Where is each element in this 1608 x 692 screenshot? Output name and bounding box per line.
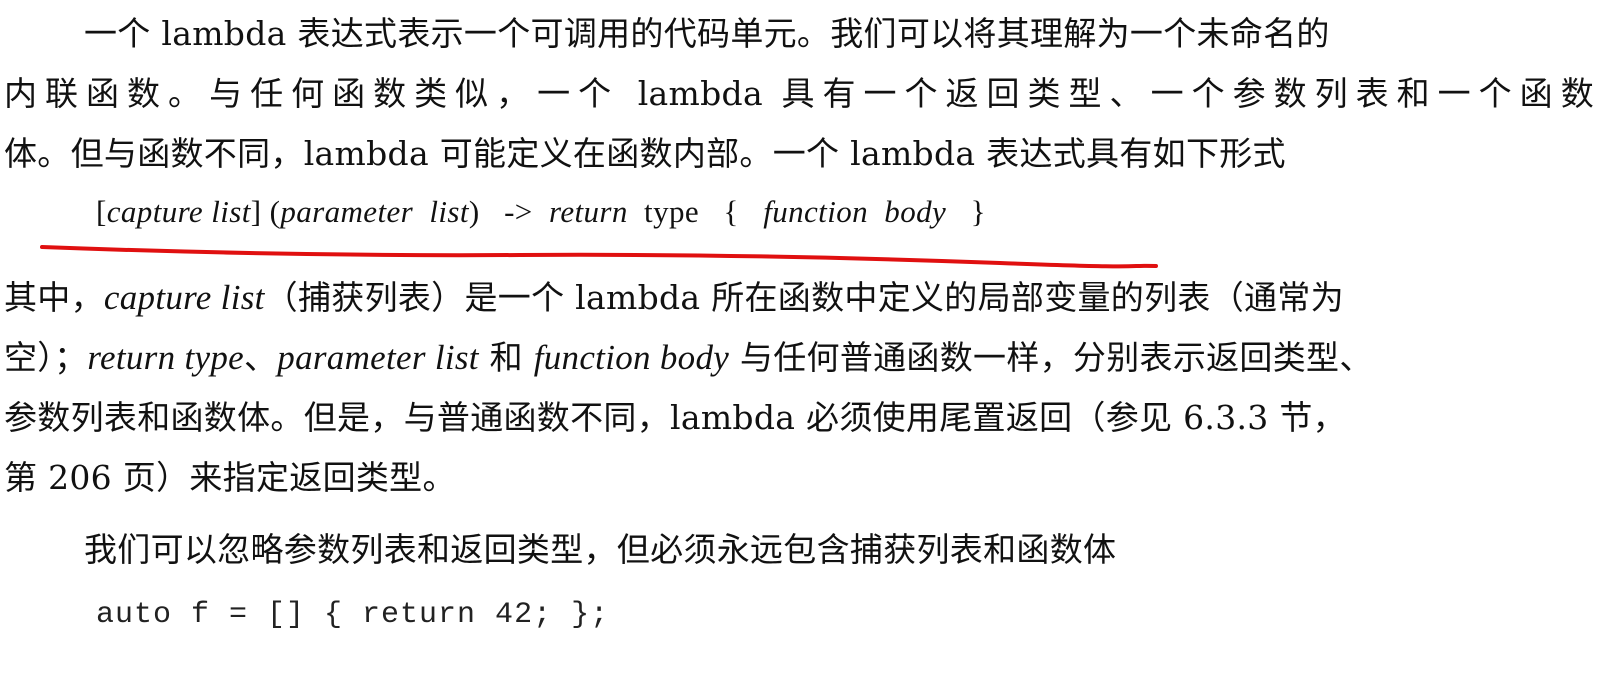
paragraph2-line4: 第 206 页）来指定返回类型。	[4, 458, 456, 497]
paragraph1-line2: 内联函数。与任何函数类似，一个 lambda 具有一个返回类型、一个参数列表和一…	[4, 74, 1594, 113]
syntax-close-bracket: ] (	[250, 194, 281, 229]
syntax-open-bracket: [	[96, 194, 107, 229]
paragraph2-line2-b: 、	[243, 338, 278, 377]
syntax-close-paren: ) ->	[468, 194, 549, 229]
paragraph2-line1-b: （捕获列表）是一个 lambda 所在函数中定义的局部变量的列表（通常为	[264, 278, 1344, 317]
term-function-body: function body	[533, 338, 730, 377]
paragraph2-line2-c: 和	[478, 338, 534, 377]
paragraph1-line1: 一个 lambda 表达式表示一个可调用的代码单元。我们可以将其理解为一个未命名…	[84, 14, 1330, 53]
code-example: auto f = [] { return 42; };	[96, 598, 610, 632]
syntax-return: return	[549, 194, 628, 229]
paragraph2-line1: 其中，capture list（捕获列表）是一个 lambda 所在函数中定义的…	[4, 268, 1608, 328]
paragraph3-line1: 我们可以忽略参数列表和返回类型，但必须永远包含捕获列表和函数体	[84, 530, 1117, 569]
paragraph2-line2-a: 空）；	[4, 338, 88, 377]
paragraph2-line1-a: 其中，	[4, 278, 104, 317]
term-parameter-list: parameter list	[277, 338, 479, 377]
term-return-type: return type	[87, 338, 244, 377]
syntax-parameter-list: parameter list	[280, 194, 469, 229]
page: { "paragraph1": { "line1": "一个 lambda 表达…	[0, 0, 1608, 692]
syntax-close-brace: }	[946, 194, 986, 229]
paragraph2-line2-d: 与任何普通函数一样，分别表示返回类型、	[729, 338, 1373, 377]
paragraph2-line3: 参数列表和函数体。但是，与普通函数不同，lambda 必须使用尾置返回（参见 6…	[4, 398, 1346, 437]
syntax-function-body: function body	[763, 194, 947, 229]
paragraph2-line2: 空）；return type、parameter list 和 function…	[4, 328, 1608, 388]
syntax-type: type {	[627, 194, 764, 229]
term-capture-list: capture list	[103, 278, 265, 317]
paragraph1-line3: 体。但与函数不同，lambda 可能定义在函数内部。一个 lambda 表达式具…	[4, 134, 1286, 173]
lambda-syntax: [capture list] (parameter list) -> retur…	[96, 194, 986, 230]
syntax-capture-list: capture list	[106, 194, 251, 229]
